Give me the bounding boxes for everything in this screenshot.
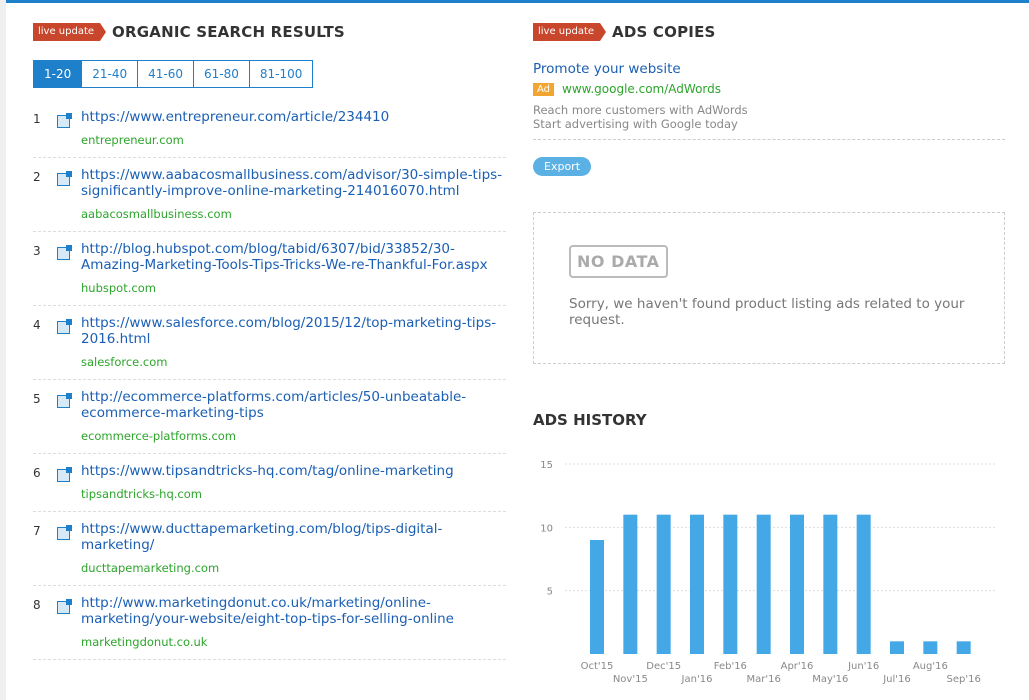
external-link-icon[interactable] bbox=[57, 393, 72, 408]
result-row: 6 https://www.tipsandtricks-hq.com/tag/o… bbox=[33, 454, 506, 512]
ad-description-line-2: Start advertising with Google today bbox=[533, 117, 738, 131]
ad-label-badge: Ad bbox=[533, 82, 555, 96]
x-tick-label: Dec'15 bbox=[646, 661, 681, 672]
result-row: 7 https://www.ducttapemarketing.com/blog… bbox=[33, 512, 506, 586]
x-tick-label: Jun'16 bbox=[847, 661, 879, 672]
result-row: 1 https://www.entrepreneur.com/article/2… bbox=[33, 106, 506, 158]
live-update-badge: live update bbox=[33, 23, 107, 41]
chart-bar bbox=[623, 514, 638, 654]
live-update-badge: live update bbox=[533, 23, 607, 41]
external-link-icon[interactable] bbox=[57, 245, 72, 260]
chart-bar bbox=[790, 514, 804, 654]
result-domain: ecommerce-platforms.com bbox=[81, 429, 237, 443]
ad-description-line-1: Reach more customers with AdWords bbox=[533, 103, 748, 117]
page-button-2[interactable]: 21-40 bbox=[82, 60, 139, 88]
x-tick-label: Sep'16 bbox=[947, 674, 981, 685]
chart-bar bbox=[656, 514, 671, 654]
ad-headline-link[interactable]: Promote your website bbox=[533, 61, 1005, 77]
chart-bar bbox=[590, 540, 604, 654]
ads-section: live update ADS COPIES Promote your webs… bbox=[533, 22, 1005, 429]
result-domain: tipsandtricks-hq.com bbox=[81, 487, 202, 501]
result-rank: 8 bbox=[33, 598, 41, 612]
results-list: 1 https://www.entrepreneur.com/article/2… bbox=[33, 106, 506, 660]
external-link-icon[interactable] bbox=[57, 525, 72, 540]
page-button-3[interactable]: 41-60 bbox=[138, 60, 194, 88]
y-tick-label: 10 bbox=[540, 523, 553, 534]
ads-history-chart: 5 10 15 Oct'15 Nov'15 Dec'15Jan'16Feb'16 Mar'1… bbox=[540, 460, 995, 685]
external-link-icon[interactable] bbox=[57, 113, 72, 128]
result-url[interactable]: https://www.ducttapemarketing.com/blog/t… bbox=[81, 521, 506, 553]
no-data-stamp: NO DATA bbox=[569, 245, 668, 278]
ads-header: live update ADS COPIES bbox=[533, 22, 1005, 42]
result-url[interactable]: http://www.marketingdonut.co.uk/marketin… bbox=[81, 595, 506, 627]
result-url[interactable]: https://www.tipsandtricks-hq.com/tag/onl… bbox=[81, 463, 506, 479]
left-edge bbox=[0, 0, 6, 700]
result-rank: 4 bbox=[33, 318, 41, 332]
x-tick-label: Mar'16 bbox=[746, 674, 780, 685]
result-url[interactable]: https://www.entrepreneur.com/article/234… bbox=[81, 109, 506, 125]
external-link-icon[interactable] bbox=[57, 467, 72, 482]
result-url[interactable]: http://ecommerce-platforms.com/articles/… bbox=[81, 389, 506, 421]
ad-display-url: www.google.com/AdWords bbox=[562, 82, 722, 96]
chart-bar bbox=[690, 514, 704, 654]
result-domain: salesforce.com bbox=[81, 355, 168, 369]
results-pager: 1-20 21-40 41-60 61-80 81-100 bbox=[33, 60, 506, 88]
result-domain: aabacosmallbusiness.com bbox=[81, 207, 232, 221]
result-domain: marketingdonut.co.uk bbox=[81, 635, 208, 649]
chart-bar bbox=[823, 514, 838, 654]
ad-url-line: Ad www.google.com/AdWords bbox=[533, 82, 1005, 96]
external-link-icon[interactable] bbox=[57, 171, 72, 186]
no-data-panel: NO DATA Sorry, we haven't found product … bbox=[533, 212, 1005, 364]
result-row: 5 http://ecommerce-platforms.com/article… bbox=[33, 380, 506, 454]
result-url[interactable]: http://blog.hubspot.com/blog/tabid/6307/… bbox=[81, 241, 506, 273]
no-data-message: Sorry, we haven't found product listing … bbox=[569, 296, 965, 328]
x-tick-label: Jul'16 bbox=[882, 674, 911, 685]
chart-bar bbox=[856, 514, 871, 654]
page-button-1[interactable]: 1-20 bbox=[33, 60, 83, 88]
chart-bar bbox=[890, 641, 904, 654]
external-link-icon[interactable] bbox=[57, 319, 72, 334]
result-rank: 6 bbox=[33, 466, 41, 480]
ad-description: Reach more customers with AdWords Start … bbox=[533, 103, 1005, 131]
ads-history-title: ADS HISTORY bbox=[533, 411, 647, 429]
export-button[interactable]: Export bbox=[533, 157, 592, 176]
result-rank: 3 bbox=[33, 244, 41, 258]
x-tick-label: May'16 bbox=[812, 674, 848, 685]
chart-bar bbox=[723, 514, 738, 654]
result-url[interactable]: https://www.salesforce.com/blog/2015/12/… bbox=[81, 315, 506, 347]
ads-divider bbox=[533, 139, 1005, 140]
x-tick-label: Jan'16 bbox=[681, 674, 713, 685]
y-tick-label: 15 bbox=[540, 460, 553, 471]
x-tick-label: Aug'16 bbox=[913, 661, 948, 672]
organic-header: live update ORGANIC SEARCH RESULTS bbox=[33, 22, 506, 42]
chart-bar bbox=[756, 514, 771, 654]
result-domain: hubspot.com bbox=[81, 281, 156, 295]
result-rank: 1 bbox=[33, 112, 41, 126]
ads-title: ADS COPIES bbox=[612, 23, 716, 41]
x-tick-label: Apr'16 bbox=[781, 661, 814, 672]
external-link-icon[interactable] bbox=[57, 599, 72, 614]
y-tick-label: 5 bbox=[547, 587, 553, 598]
organic-title: ORGANIC SEARCH RESULTS bbox=[112, 23, 345, 41]
result-domain: entrepreneur.com bbox=[81, 133, 184, 147]
x-tick-label: Nov'15 bbox=[613, 674, 648, 685]
organic-results-section: live update ORGANIC SEARCH RESULTS 1-20 … bbox=[33, 22, 506, 660]
result-url[interactable]: https://www.aabacosmallbusiness.com/advi… bbox=[81, 167, 506, 199]
page-button-4[interactable]: 61-80 bbox=[193, 60, 250, 88]
result-rank: 2 bbox=[33, 170, 41, 184]
top-accent-line bbox=[0, 0, 1029, 3]
result-row: 3 http://blog.hubspot.com/blog/tabid/630… bbox=[33, 232, 506, 306]
result-rank: 5 bbox=[33, 392, 41, 406]
result-row: 2 https://www.aabacosmallbusiness.com/ad… bbox=[33, 158, 506, 232]
result-domain: ducttapemarketing.com bbox=[81, 561, 220, 575]
result-row: 8 http://www.marketingdonut.co.uk/market… bbox=[33, 586, 506, 660]
x-tick-label: Feb'16 bbox=[714, 661, 747, 672]
result-row: 4 https://www.salesforce.com/blog/2015/1… bbox=[33, 306, 506, 380]
chart-bar bbox=[923, 641, 938, 654]
page-button-5[interactable]: 81-100 bbox=[249, 60, 314, 88]
chart-bar bbox=[956, 641, 971, 654]
result-rank: 7 bbox=[33, 524, 41, 538]
x-tick-label: Oct'15 bbox=[581, 661, 614, 672]
